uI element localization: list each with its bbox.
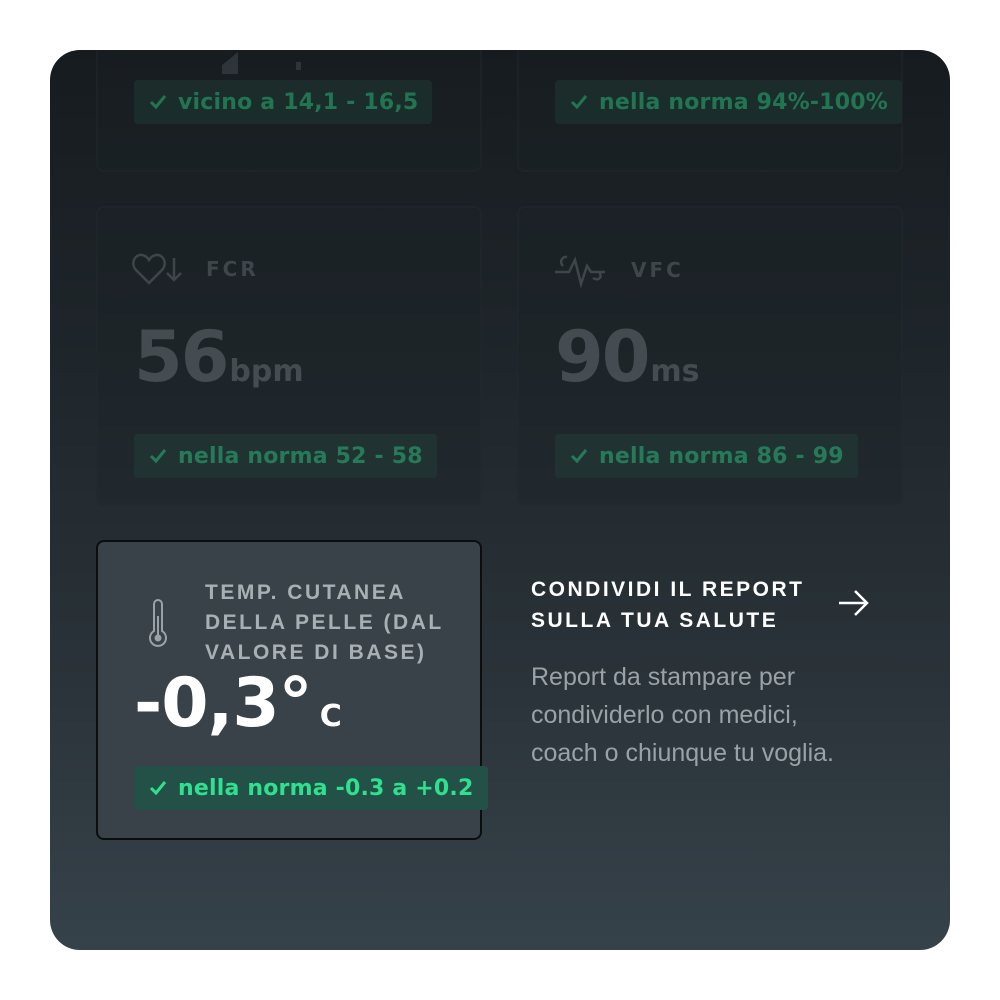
metric-unit: C: [319, 699, 342, 734]
range-badge: nella norma -0.3 a +0.2: [134, 766, 488, 810]
metric-label-line: TEMP. CUTANEA: [205, 581, 406, 604]
metric-value: 56 bpm: [134, 316, 304, 398]
range-badge-text: nella norma -0.3 a +0.2: [178, 775, 474, 801]
check-icon: [570, 95, 588, 110]
metric-number: 56: [134, 316, 229, 398]
share-report-description: Report da stampare per condividerlo con …: [531, 663, 834, 767]
metric-label-line: DELLA PELLE (DAL: [205, 611, 444, 634]
range-badge: nella norma 94%-100%: [555, 80, 902, 124]
range-badge: nella norma 52 - 58: [134, 434, 437, 478]
metric-header: TEMP. CUTANEA DELLA PELLE (DAL VALORE DI…: [205, 578, 475, 668]
share-report-link[interactable]: CONDIVIDI IL REPORT SULLA TUA SALUTE Rep…: [531, 574, 881, 772]
metric-card-skin-temp[interactable]: TEMP. CUTANEA DELLA PELLE (DAL VALORE DI…: [96, 540, 488, 840]
range-badge: nella norma 86 - 99: [555, 434, 858, 478]
share-report-title[interactable]: CONDIVIDI IL REPORT SULLA TUA SALUTE: [531, 574, 831, 636]
health-report-panel: vicino a 14,1 - 16,5 nella norma 94%-100…: [50, 50, 950, 950]
metric-header: VFC: [553, 252, 684, 288]
heart-down-icon: [132, 253, 182, 285]
partial-icon-2: [296, 62, 301, 70]
metric-card-fcr: FCR 56 bpm nella norma 52 - 58: [96, 206, 482, 506]
range-badge-text: nella norma 52 - 58: [178, 443, 423, 469]
check-icon: [570, 449, 588, 464]
check-icon: [149, 449, 167, 464]
arrow-right-icon[interactable]: [837, 588, 871, 618]
metric-unit: ms: [650, 354, 700, 389]
heartbeat-pulse-icon: [555, 255, 605, 288]
metric-label: FCR: [206, 257, 259, 281]
share-title-line: CONDIVIDI IL REPORT: [531, 578, 805, 601]
partial-icon: [222, 52, 238, 74]
metric-card-top-right: nella norma 94%-100%: [517, 50, 903, 172]
check-icon: [149, 95, 167, 110]
metric-header: FCR: [132, 252, 259, 286]
range-badge: vicino a 14,1 - 16,5: [134, 80, 433, 124]
metric-label: VFC: [631, 258, 684, 282]
metric-number: -0,3°: [134, 664, 313, 743]
check-icon: [149, 781, 167, 796]
metric-number: 90: [555, 316, 650, 398]
metric-card-vfc: VFC 90 ms nella norma 86 - 99: [517, 206, 903, 506]
range-badge-text: nella norma 86 - 99: [599, 443, 844, 469]
range-badge-text: nella norma 94%-100%: [599, 89, 888, 115]
metric-card-top-left: vicino a 14,1 - 16,5: [96, 50, 482, 172]
share-title-line: SULLA TUA SALUTE: [531, 609, 779, 632]
metric-unit: bpm: [229, 354, 304, 389]
metric-value: 90 ms: [555, 316, 700, 398]
range-badge-text: vicino a 14,1 - 16,5: [178, 89, 419, 115]
metric-value: -0,3° C: [134, 664, 342, 743]
thermometer-icon: [149, 599, 167, 647]
